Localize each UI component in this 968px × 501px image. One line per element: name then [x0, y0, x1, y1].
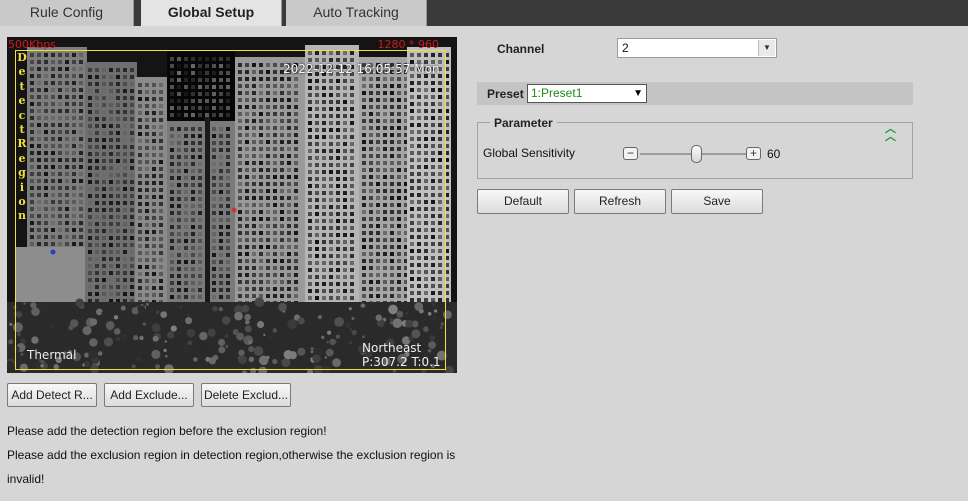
note-exclusion-inside: Please add the exclusion region in detec…: [7, 448, 456, 462]
preset-value: 1:Preset1: [531, 86, 583, 100]
thermal-mode-overlay: Thermal: [27, 348, 77, 362]
tab-auto-tracking[interactable]: Auto Tracking: [286, 0, 427, 26]
bitrate-overlay: 500Kbps: [8, 38, 56, 51]
preset-label: Preset: [487, 87, 524, 101]
add-exclude-region-button[interactable]: Add Exclude...: [104, 383, 194, 407]
collapse-icon[interactable]: ︿ ︿: [885, 124, 896, 143]
save-button[interactable]: Save: [671, 189, 763, 214]
add-detect-region-button[interactable]: Add Detect R...: [7, 383, 97, 407]
video-preview[interactable]: DetectRegion 500Kbps 1280 * 960 2022-12-…: [7, 37, 457, 373]
preset-select[interactable]: 1:Preset1 ▼: [527, 84, 647, 103]
top-tab-bar: Rule Config Global Setup Auto Tracking: [0, 0, 968, 26]
parameter-legend: Parameter: [490, 116, 557, 130]
plus-icon[interactable]: +: [746, 147, 761, 160]
ptz-overlay: Northeast P:307.2 T:0.1: [362, 341, 441, 369]
timestamp-overlay: 2022-12-12 16:05:57 Mon: [283, 62, 440, 76]
note-detection-first: Please add the detection region before t…: [7, 424, 327, 438]
minus-icon[interactable]: −: [623, 147, 638, 160]
default-button[interactable]: Default: [477, 189, 569, 214]
channel-select[interactable]: 2 ▼: [617, 38, 777, 58]
tab-global-setup[interactable]: Global Setup: [141, 0, 282, 26]
detect-region-outline[interactable]: [15, 50, 446, 370]
sensitivity-value: 60: [767, 147, 781, 161]
refresh-button[interactable]: Refresh: [574, 189, 666, 214]
resolution-overlay: 1280 * 960: [377, 38, 439, 51]
chevron-down-icon[interactable]: ▼: [633, 85, 643, 102]
global-sensitivity-label: Global Sensitivity: [483, 146, 576, 160]
channel-value: 2: [622, 41, 629, 55]
note-invalid: invalid!: [7, 472, 45, 486]
tab-rule-config[interactable]: Rule Config: [0, 0, 134, 26]
direction-text: Northeast: [362, 341, 422, 355]
ptz-position-text: P:307.2 T:0.1: [362, 355, 441, 369]
sensitivity-slider-thumb[interactable]: [690, 145, 702, 163]
channel-label: Channel: [497, 42, 545, 56]
detect-region-label: DetectRegion: [17, 51, 27, 223]
chevron-down-icon[interactable]: ▼: [758, 40, 775, 56]
delete-exclude-region-button[interactable]: Delete Exclud...: [201, 383, 291, 407]
